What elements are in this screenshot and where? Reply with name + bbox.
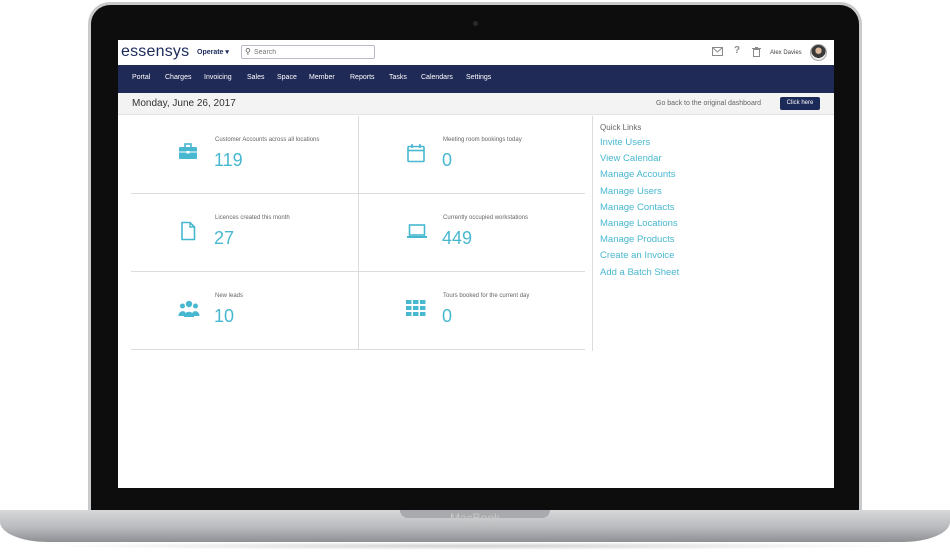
stat-card: Tours booked for the current day 0: [358, 272, 585, 350]
search-input[interactable]: [254, 47, 372, 57]
quick-link-manage-accounts[interactable]: Manage Accounts: [600, 169, 679, 185]
workspace-dropdown[interactable]: Operate ▾: [197, 48, 229, 56]
top-bar: essensys Operate ▾ ⚲ ? Alex Davies: [118, 40, 834, 65]
stat-label: Licences created this month: [215, 215, 290, 221]
nav-item-settings[interactable]: Settings: [466, 74, 491, 81]
search-icon: ⚲: [245, 47, 251, 56]
stat-card: New leads 10: [131, 272, 358, 350]
nav-item-member[interactable]: Member: [309, 74, 335, 81]
calendar-icon: [406, 143, 426, 163]
quick-links: Quick Links Invite Users View Calendar M…: [600, 123, 679, 283]
stat-value[interactable]: 27: [214, 228, 234, 249]
briefcase-icon: [178, 143, 198, 163]
mail-icon[interactable]: [712, 47, 723, 59]
column-divider: [592, 116, 593, 351]
stat-value[interactable]: 0: [442, 150, 452, 171]
go-back-text: Go back to the original dashboard: [656, 100, 762, 107]
stat-value[interactable]: 449: [442, 228, 472, 249]
nav-item-tasks[interactable]: Tasks: [389, 74, 407, 81]
chevron-down-icon: ▾: [225, 49, 229, 56]
nav-item-invoicing[interactable]: Invoicing: [204, 74, 232, 81]
date-bar: Monday, June 26, 2017 Go back to the ori…: [118, 93, 834, 115]
stat-label: New leads: [215, 293, 244, 299]
stat-label: Meeting room bookings today: [443, 137, 522, 143]
laptop-shadow: [40, 542, 910, 550]
stat-value[interactable]: 0: [442, 306, 452, 327]
nav-item-reports[interactable]: Reports: [350, 74, 375, 81]
stat-card: Customer Accounts across all locations 1…: [131, 116, 358, 194]
stat-card: Currently occupied workstations 449: [358, 194, 585, 272]
stat-label: Tours booked for the current day: [443, 293, 530, 299]
nav-item-space[interactable]: Space: [277, 74, 297, 81]
stat-card: Meeting room bookings today 0: [358, 116, 585, 194]
device-label: MacBook: [449, 511, 501, 525]
nav-item-sales[interactable]: Sales: [247, 74, 265, 81]
quick-link-manage-locations[interactable]: Manage Locations: [600, 218, 679, 234]
quick-link-add-batch-sheet[interactable]: Add a Batch Sheet: [600, 267, 679, 283]
quick-link-manage-contacts[interactable]: Manage Contacts: [600, 202, 679, 218]
camera-icon: [473, 21, 478, 26]
stat-label: Customer Accounts across all locations: [215, 137, 320, 143]
grid-icon: [406, 299, 426, 319]
main-nav: Portal Charges Invoicing Sales Space Mem…: [118, 65, 834, 93]
stat-label: Currently occupied workstations: [443, 215, 529, 221]
quick-link-create-invoice[interactable]: Create an Invoice: [600, 250, 679, 266]
click-here-button[interactable]: Click here: [780, 97, 820, 110]
stat-value[interactable]: 10: [214, 306, 234, 327]
help-icon[interactable]: ?: [734, 45, 740, 56]
workspace-label: Operate: [197, 49, 224, 56]
quick-link-view-calendar[interactable]: View Calendar: [600, 153, 679, 169]
quick-link-manage-products[interactable]: Manage Products: [600, 234, 679, 250]
trash-icon[interactable]: [752, 47, 761, 60]
quick-link-manage-users[interactable]: Manage Users: [600, 186, 679, 202]
quick-links-title: Quick Links: [600, 123, 642, 132]
nav-item-calendars[interactable]: Calendars: [421, 74, 453, 81]
document-icon: [178, 221, 198, 241]
nav-item-portal[interactable]: Portal: [132, 74, 150, 81]
user-name[interactable]: Alex Davies: [770, 50, 802, 56]
users-icon: [178, 299, 200, 319]
logo[interactable]: essensys: [121, 43, 189, 61]
nav-item-charges[interactable]: Charges: [165, 74, 191, 81]
quick-link-invite-users[interactable]: Invite Users: [600, 137, 679, 153]
current-date: Monday, June 26, 2017: [132, 98, 236, 109]
avatar[interactable]: [810, 44, 827, 61]
laptop-icon: [406, 221, 427, 241]
stats-grid: Customer Accounts across all locations 1…: [131, 116, 586, 351]
search-box[interactable]: ⚲: [241, 45, 375, 59]
stat-value[interactable]: 119: [214, 150, 243, 171]
screen: essensys Operate ▾ ⚲ ? Alex Davies Porta…: [118, 40, 834, 488]
stat-card: Licences created this month 27: [131, 194, 358, 272]
